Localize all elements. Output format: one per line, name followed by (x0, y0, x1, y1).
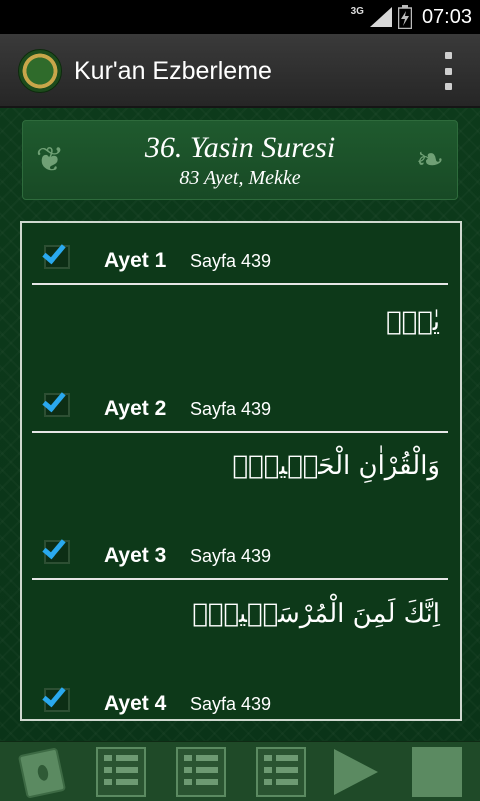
list-item[interactable]: Ayet 3 Sayfa 439 (22, 532, 460, 580)
page-label: Sayfa 439 (190, 251, 272, 271)
list-icon[interactable] (176, 747, 226, 797)
ayet-checkbox[interactable] (42, 534, 70, 564)
checkmark-icon (42, 239, 66, 265)
sura-title: 36. Yasin Suresi (144, 131, 336, 164)
ayet-label: Ayet 3 (104, 544, 167, 567)
list-icon[interactable] (96, 747, 146, 797)
sura-subtitle: 83 Ayet, Mekke (179, 167, 301, 189)
ayet-checkbox[interactable] (42, 682, 70, 712)
status-icons: 3G 07:03 (351, 4, 472, 30)
action-bar: Kur'an Ezberleme (0, 34, 480, 108)
network-type-label: 3G (350, 5, 364, 17)
overflow-menu-icon[interactable] (442, 52, 454, 90)
status-bar: 3G 07:03 (0, 0, 480, 34)
battery-icon (397, 5, 412, 29)
sura-header: ❦ ❧ 36. Yasin Suresi 83 Ayet, Mekke (22, 120, 458, 200)
bottom-toolbar (0, 741, 480, 801)
arabic-verse: اِنَّكَ لَمِنَ الْمُرْسَلٖينَۙ (192, 599, 440, 629)
list-item[interactable]: Ayet 1 Sayfa 439 (22, 237, 460, 285)
clock: 07:03 (421, 5, 472, 28)
list-item[interactable]: Ayet 2 Sayfa 439 (22, 385, 460, 433)
page-label: Sayfa 439 (190, 694, 272, 714)
list-icon[interactable] (256, 747, 306, 797)
quran-logo-icon[interactable] (18, 49, 62, 93)
divider (32, 578, 448, 580)
divider (32, 283, 448, 285)
checkmark-icon (42, 387, 66, 413)
book-icon[interactable] (17, 747, 68, 799)
ayet-list[interactable]: Ayet 1 Sayfa 439 يٰسٓۚ Ayet 2 Sayfa 439 … (20, 221, 462, 721)
arabic-verse: يٰسٓۚ (385, 307, 440, 337)
checkmark-icon (42, 534, 66, 560)
arabic-verse: وَالْقُرْاٰنِ الْحَكٖيمِۙ (232, 451, 440, 481)
ayet-label: Ayet 2 (104, 397, 167, 420)
play-icon[interactable] (334, 749, 378, 795)
divider (32, 431, 448, 433)
ayet-checkbox[interactable] (42, 239, 70, 269)
ayet-label: Ayet 1 (104, 249, 167, 272)
ayet-label: Ayet 4 (104, 692, 167, 715)
signal-icon (369, 7, 392, 27)
page-label: Sayfa 439 (190, 546, 272, 566)
app-title: Kur'an Ezberleme (74, 57, 272, 85)
ayet-checkbox[interactable] (42, 387, 70, 417)
checkmark-icon (42, 682, 66, 708)
page-label: Sayfa 439 (190, 399, 272, 419)
list-item[interactable]: Ayet 4 Sayfa 439 (22, 680, 460, 719)
stop-icon[interactable] (412, 747, 462, 797)
